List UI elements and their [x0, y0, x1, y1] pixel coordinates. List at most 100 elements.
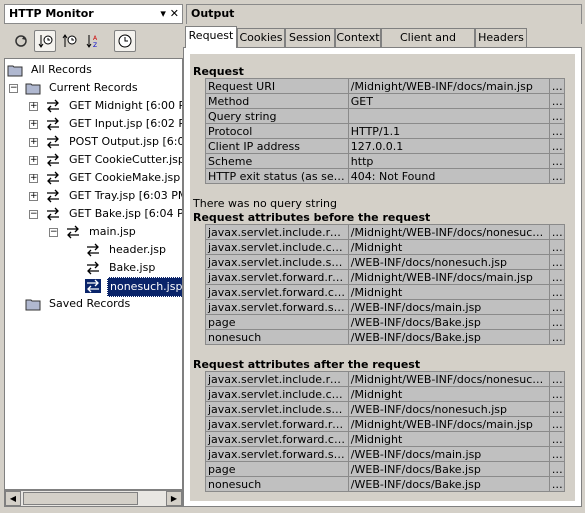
edit-ellipsis-button[interactable]: ...	[548, 93, 566, 109]
request-arrows-icon	[87, 243, 99, 257]
tab-context[interactable]: Context	[335, 28, 381, 48]
table-row[interactable]: javax.servlet.forward.req.../Midnight/WE…	[205, 416, 566, 432]
edit-ellipsis-button[interactable]: ...	[548, 224, 566, 240]
edit-ellipsis-button[interactable]: ...	[548, 153, 566, 169]
collapse-toggle[interactable]: −	[49, 228, 58, 237]
edit-ellipsis-button[interactable]: ...	[548, 401, 566, 417]
table-row[interactable]: Scheme http...	[205, 153, 566, 169]
tree-node-record[interactable]: + GET CookieMake.jsp [6:	[7, 169, 182, 187]
tree-horizontal-scrollbar[interactable]: ◀ ▶	[4, 490, 183, 507]
edit-ellipsis-button[interactable]: ...	[548, 123, 566, 139]
edit-ellipsis-button[interactable]: ...	[548, 416, 566, 432]
scroll-right-button[interactable]: ▶	[166, 491, 182, 506]
property-value-cell: /Midnight/WEB-INF/docs/main.jsp	[347, 416, 550, 432]
edit-ellipsis-button[interactable]: ...	[548, 386, 566, 402]
reload-records-button[interactable]	[10, 30, 32, 52]
attributes-after-table[interactable]: javax.servlet.include.requ.../Midnight/W…	[205, 371, 566, 492]
edit-ellipsis-button[interactable]: ...	[548, 461, 566, 477]
table-row[interactable]: javax.servlet.include.requ.../Midnight/W…	[205, 224, 566, 240]
table-row[interactable]: javax.servlet.include.serv.../WEB-INF/do…	[205, 254, 566, 270]
table-row[interactable]: Query string...	[205, 108, 566, 124]
edit-ellipsis-button[interactable]: ...	[548, 299, 566, 315]
table-row[interactable]: page/WEB-INF/docs/Bake.jsp...	[205, 461, 566, 477]
output-title-bar[interactable]: Output	[186, 4, 582, 24]
edit-ellipsis-button[interactable]: ...	[548, 108, 566, 124]
edit-ellipsis-button[interactable]: ...	[548, 446, 566, 462]
table-row[interactable]: page/WEB-INF/docs/Bake.jsp...	[205, 314, 566, 330]
sort-alphabetical-button[interactable]: AZ	[82, 30, 104, 52]
property-value-cell: http	[347, 153, 550, 169]
expand-toggle[interactable]: +	[29, 192, 38, 201]
edit-ellipsis-button[interactable]: ...	[548, 239, 566, 255]
tree-node-record[interactable]: + GET Tray.jsp [6:03 PM 7	[7, 187, 182, 205]
tab-cookies[interactable]: Cookies	[237, 28, 285, 48]
attributes-before-table[interactable]: javax.servlet.include.requ.../Midnight/W…	[205, 224, 566, 345]
edit-ellipsis-button[interactable]: ...	[548, 284, 566, 300]
expand-toggle[interactable]: +	[29, 174, 38, 183]
expand-toggle[interactable]: +	[29, 156, 38, 165]
tree-node-record[interactable]: + GET CookieCutter.jsp [6	[7, 151, 182, 169]
table-row[interactable]: Protocol HTTP/1.1...	[205, 123, 566, 139]
table-row[interactable]: javax.servlet.forward.req.../Midnight/WE…	[205, 269, 566, 285]
table-row[interactable]: javax.servlet.include.requ.../Midnight/W…	[205, 371, 566, 387]
edit-ellipsis-button[interactable]: ...	[548, 476, 566, 492]
table-row[interactable]: Client IP address 127.0.0.1...	[205, 138, 566, 154]
table-row[interactable]: javax.servlet.forward.co.../Midnight...	[205, 284, 566, 300]
http-monitor-title-bar[interactable]: HTTP Monitor ▾ ✕	[4, 4, 183, 24]
table-row[interactable]: nonesuch/WEB-INF/docs/Bake.jsp...	[205, 476, 566, 492]
folder-icon	[25, 299, 41, 311]
property-value-cell: /WEB-INF/docs/nonesuch.jsp	[347, 254, 550, 270]
table-row[interactable]: nonesuch/WEB-INF/docs/Bake.jsp...	[205, 329, 566, 345]
tab-request[interactable]: Request	[185, 26, 237, 48]
expand-toggle[interactable]: +	[29, 102, 38, 111]
scroll-left-button[interactable]: ◀	[5, 491, 21, 506]
collapse-toggle[interactable]: −	[9, 84, 18, 93]
property-value-cell: 127.0.0.1	[347, 138, 550, 154]
edit-ellipsis-button[interactable]: ...	[548, 78, 566, 94]
property-name-cell: javax.servlet.forward.req...	[205, 416, 349, 432]
property-name-cell: javax.servlet.forward.req...	[205, 269, 349, 285]
sort-time-down-icon	[38, 35, 53, 48]
sort-by-time-desc-button[interactable]	[34, 30, 56, 52]
tree-node-record-expanded[interactable]: − GET Bake.jsp [6:04 PM	[7, 205, 182, 223]
property-name-cell: javax.servlet.include.requ...	[205, 224, 349, 240]
tree-label: Saved Records	[49, 297, 131, 310]
panel-window-controls[interactable]: ▾ ✕	[160, 5, 179, 23]
sort-by-time-asc-button[interactable]	[58, 30, 80, 52]
tab-client-and-server[interactable]: Client and Server	[381, 28, 475, 62]
scroll-thumb[interactable]	[23, 492, 138, 505]
edit-ellipsis-button[interactable]: ...	[548, 269, 566, 285]
table-row[interactable]: javax.servlet.forward.co.../Midnight...	[205, 431, 566, 447]
folder-icon	[7, 65, 23, 77]
table-row[interactable]: javax.servlet.include.cont.../Midnight..…	[205, 386, 566, 402]
table-row[interactable]: HTTP exit status (as set b... 404: Not Fo…	[205, 168, 566, 184]
tab-session[interactable]: Session	[285, 28, 335, 48]
edit-ellipsis-button[interactable]: ...	[548, 431, 566, 447]
property-name-cell: Client IP address	[205, 138, 349, 154]
edit-ellipsis-button[interactable]: ...	[548, 138, 566, 154]
tab-headers[interactable]: Headers	[475, 28, 527, 48]
records-tree[interactable]: All Records − Current Records + GET Midn…	[4, 58, 183, 490]
request-properties-table[interactable]: Request URI/Midnight/WEB-INF/docs/main.j…	[205, 78, 566, 184]
expand-toggle[interactable]: +	[29, 138, 38, 147]
table-row[interactable]: javax.servlet.include.serv.../WEB-INF/do…	[205, 401, 566, 417]
table-row[interactable]: javax.servlet.include.cont.../Midnight..…	[205, 239, 566, 255]
edit-ellipsis-button[interactable]: ...	[548, 314, 566, 330]
folder-open-icon	[25, 83, 41, 95]
tree-node-record[interactable]: + GET Midnight [6:00 PM 7	[7, 97, 182, 115]
tree-node-record[interactable]: + POST Output.jsp [6:02 P	[7, 133, 182, 151]
table-row[interactable]: Method GET...	[205, 93, 566, 109]
expand-toggle[interactable]: +	[29, 120, 38, 129]
edit-ellipsis-button[interactable]: ...	[548, 329, 566, 345]
table-row[interactable]: javax.servlet.forward.ser.../WEB-INF/doc…	[205, 446, 566, 462]
sort-az-icon: AZ	[86, 35, 98, 49]
edit-ellipsis-button[interactable]: ...	[548, 168, 566, 184]
edit-ellipsis-button[interactable]: ...	[548, 371, 566, 387]
table-row[interactable]: javax.servlet.forward.ser.../WEB-INF/doc…	[205, 299, 566, 315]
request-arrows-icon	[47, 135, 59, 149]
collapse-toggle[interactable]: −	[29, 210, 38, 219]
edit-ellipsis-button[interactable]: ...	[548, 254, 566, 270]
tree-node-record[interactable]: + GET Input.jsp [6:02 PM 7	[7, 115, 182, 133]
show-timestamp-button[interactable]	[114, 30, 136, 52]
table-row[interactable]: Request URI/Midnight/WEB-INF/docs/main.j…	[205, 78, 566, 94]
